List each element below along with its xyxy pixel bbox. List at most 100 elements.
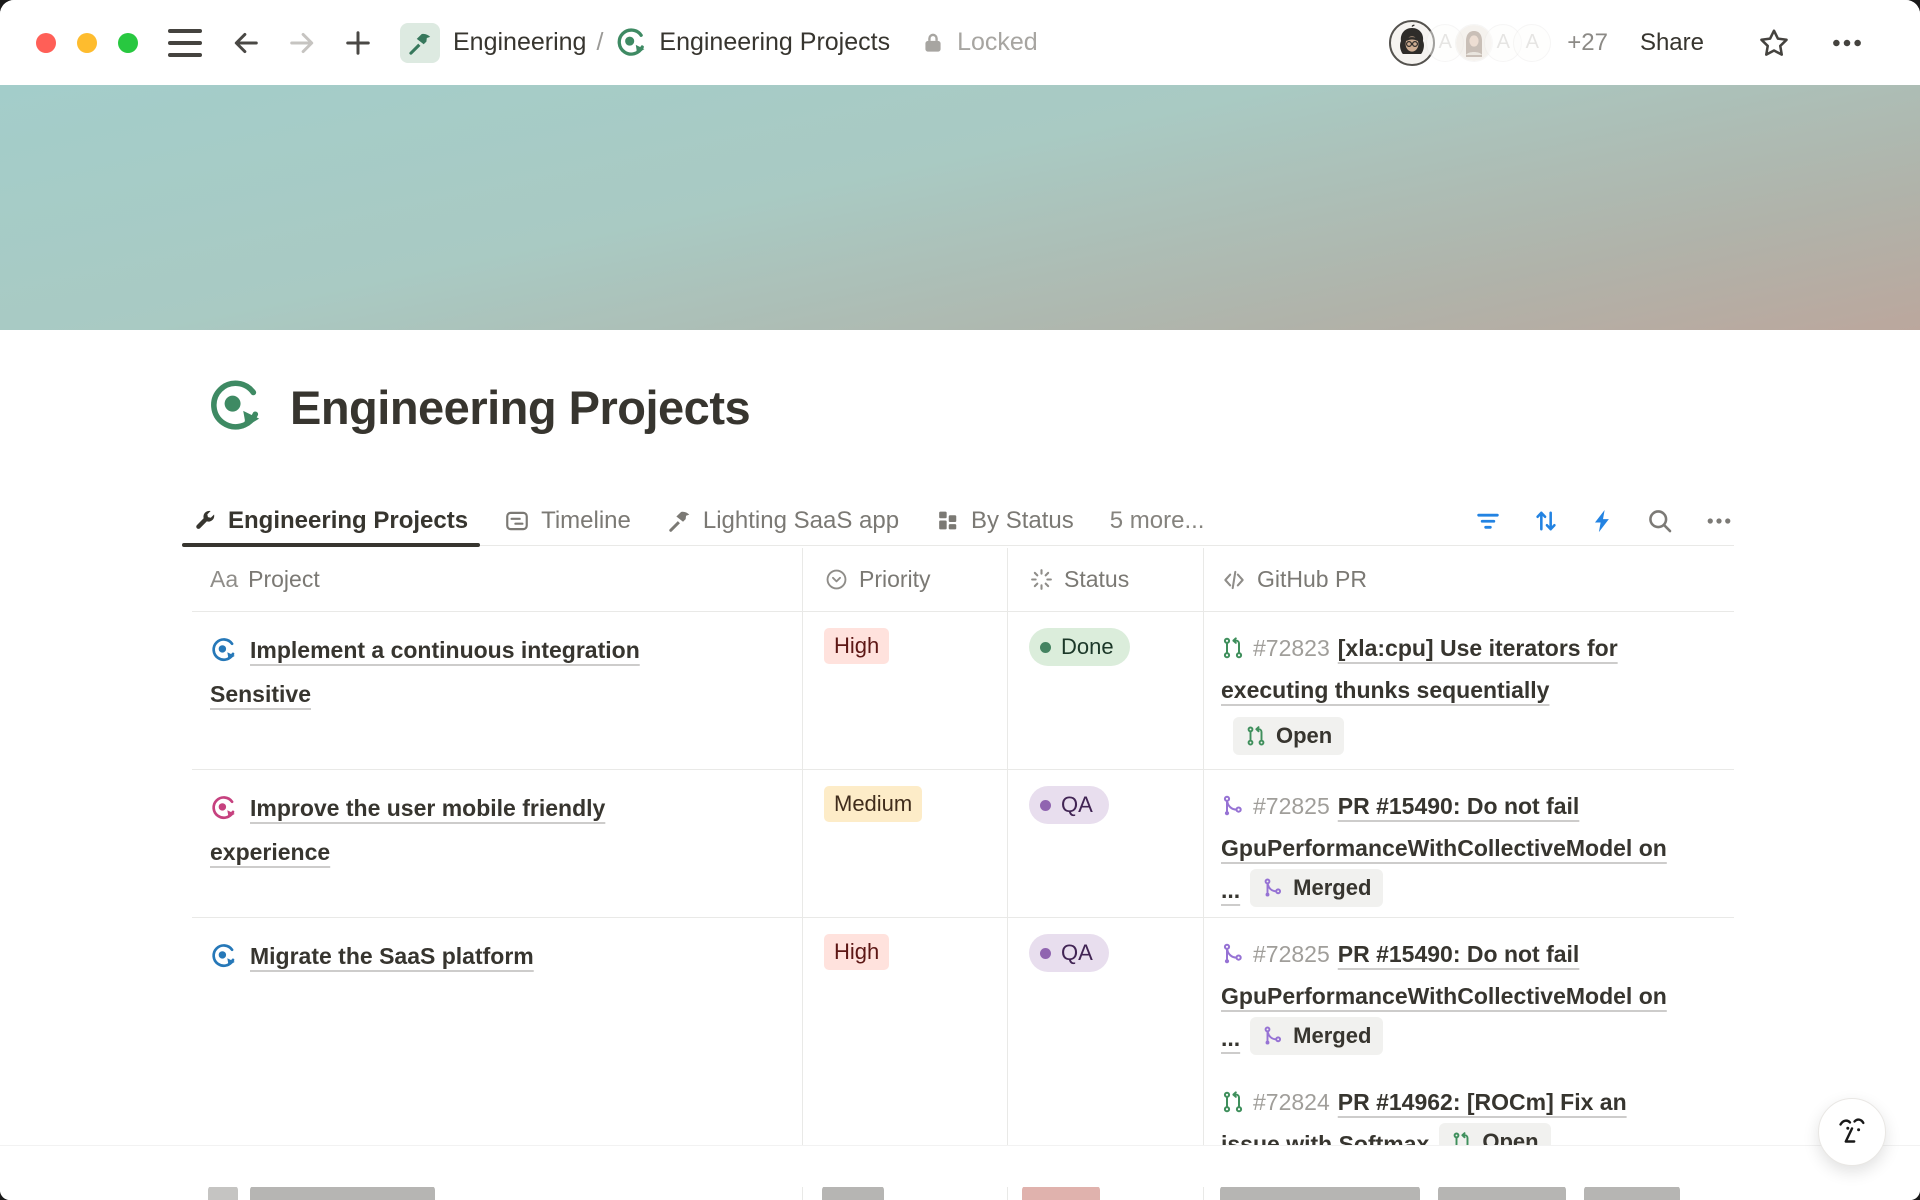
view-actions: [1474, 506, 1734, 536]
forward-icon[interactable]: [286, 27, 318, 59]
horizontal-scrollbar-gutter[interactable]: [0, 1145, 1920, 1187]
clipped-row-fragment: [250, 1186, 435, 1200]
favorite-star-icon[interactable]: [1752, 26, 1796, 60]
hammer-icon: [667, 508, 692, 533]
project-title-link[interactable]: Migrate the SaaS platform: [250, 943, 534, 969]
share-button[interactable]: Share: [1634, 28, 1710, 58]
search-icon[interactable]: [1646, 507, 1674, 535]
traffic-lights: [36, 33, 138, 53]
more-options-icon[interactable]: [1824, 25, 1870, 61]
status-spinner-icon: [1029, 567, 1054, 592]
select-property-icon: [824, 567, 849, 592]
project-cell[interactable]: Improve the user mobile friendly experie…: [192, 770, 802, 926]
project-cycle-icon: [210, 795, 237, 822]
collaborators-overflow-count[interactable]: +27: [1567, 29, 1608, 57]
table-row: Improve the user mobile friendly experie…: [192, 770, 1734, 918]
pull-request-open-icon: [1221, 636, 1245, 660]
page-content: Engineering Projects Engineering Project…: [0, 330, 1920, 1200]
column-header-github-pr[interactable]: GitHub PR: [1203, 548, 1734, 611]
tab-by-status[interactable]: By Status: [935, 496, 1074, 545]
pr-entry: #72825PR #15490: Do not fail GpuPerforma…: [1221, 785, 1688, 911]
pr-state-badge: Open: [1233, 717, 1344, 755]
pull-request-open-icon: [1245, 725, 1267, 747]
pull-request-merged-icon: [1221, 942, 1245, 966]
status-pill: Done: [1029, 628, 1130, 666]
sidebar-menu-icon[interactable]: [168, 29, 202, 57]
pr-entry: #72825PR #15490: Do not fail GpuPerforma…: [1221, 933, 1688, 1059]
sort-icon[interactable]: [1532, 507, 1560, 535]
tab-timeline[interactable]: Timeline: [504, 496, 631, 545]
breadcrumb-page[interactable]: Engineering Projects: [659, 28, 890, 57]
tab-lighting-saas-app[interactable]: Lighting SaaS app: [667, 496, 899, 545]
tab-label: By Status: [971, 507, 1074, 535]
priority-badge: High: [824, 628, 889, 664]
close-window-button[interactable]: [36, 33, 56, 53]
project-title-link[interactable]: Improve the user mobile friendly experie…: [210, 795, 605, 865]
tab-label: Engineering Projects: [228, 507, 468, 535]
column-label: Priority: [859, 566, 931, 593]
avatar[interactable]: A: [1513, 24, 1551, 62]
workspace-hammer-icon[interactable]: [400, 23, 440, 63]
pull-request-merged-icon: [1262, 877, 1284, 899]
tab-label: Timeline: [541, 507, 631, 535]
pr-number: #72823: [1253, 635, 1330, 661]
project-cell[interactable]: Implement a continuous integration Sensi…: [192, 612, 802, 774]
status-cell[interactable]: QA: [1007, 770, 1203, 926]
locked-label: Locked: [957, 28, 1038, 57]
page-cover-image: [0, 85, 1920, 330]
clipped-row-fragment: [208, 1186, 238, 1200]
pull-request-open-icon: [1221, 1090, 1245, 1114]
filter-icon[interactable]: [1474, 507, 1502, 535]
status-cell[interactable]: Done: [1007, 612, 1203, 774]
project-cycle-icon: [210, 943, 237, 970]
pr-number: #72825: [1253, 793, 1330, 819]
pr-number: #72825: [1253, 941, 1330, 967]
pr-state-badge: Merged: [1250, 1017, 1383, 1055]
new-page-icon[interactable]: [342, 27, 374, 59]
notion-ai-face-button[interactable]: [1818, 1098, 1886, 1166]
collaborator-avatars: A A A: [1389, 20, 1551, 66]
table-row: Implement a continuous integration Sensi…: [192, 612, 1734, 770]
status-pill: QA: [1029, 934, 1109, 972]
status-pill: QA: [1029, 786, 1109, 824]
table-header-row: Aa Project Priority Status: [192, 548, 1734, 612]
zoom-window-button[interactable]: [118, 33, 138, 53]
project-title-link[interactable]: Implement a continuous integration Sensi…: [210, 637, 640, 707]
page-header: Engineering Projects: [206, 378, 750, 436]
view-options-ellipsis-icon[interactable]: [1704, 506, 1734, 536]
locked-indicator[interactable]: Locked: [920, 28, 1038, 57]
automation-lightning-icon[interactable]: [1590, 508, 1616, 534]
github-pr-cell[interactable]: #72825PR #15490: Do not fail GpuPerforma…: [1203, 770, 1734, 926]
window-toolbar: Engineering / Engineering Projects Locke…: [0, 0, 1920, 85]
priority-cell[interactable]: Medium: [802, 770, 1007, 926]
column-label: Project: [248, 566, 320, 593]
aa-text-property-icon: Aa: [210, 566, 238, 593]
pr-number: #72824: [1253, 1089, 1330, 1115]
more-views-button[interactable]: 5 more...: [1110, 507, 1205, 535]
priority-cell[interactable]: High: [802, 612, 1007, 774]
column-header-project[interactable]: Aa Project: [192, 548, 802, 611]
breadcrumb-workspace[interactable]: Engineering: [453, 28, 586, 57]
code-icon: [1221, 567, 1247, 593]
tab-label: Lighting SaaS app: [703, 507, 899, 535]
board-icon: [935, 508, 960, 533]
column-label: Status: [1064, 566, 1129, 593]
back-icon[interactable]: [230, 27, 262, 59]
project-cycle-icon: [210, 637, 237, 664]
view-tabs-bar: Engineering Projects Timeline Lighting S…: [192, 496, 1734, 546]
priority-badge: Medium: [824, 786, 922, 822]
page-title[interactable]: Engineering Projects: [290, 380, 750, 435]
clipped-row-fragment: [1438, 1186, 1566, 1200]
column-header-priority[interactable]: Priority: [802, 548, 1007, 611]
toolbar-right: A A A +27 Share: [1389, 20, 1884, 66]
pr-entry: #72823[xla:cpu] Use iterators for execut…: [1221, 627, 1688, 759]
page-icon-cycle[interactable]: [206, 378, 264, 436]
tab-engineering-projects[interactable]: Engineering Projects: [192, 496, 468, 545]
github-pr-cell[interactable]: #72823[xla:cpu] Use iterators for execut…: [1203, 612, 1734, 774]
lock-icon: [920, 30, 946, 56]
pull-request-merged-icon: [1221, 794, 1245, 818]
minimize-window-button[interactable]: [77, 33, 97, 53]
clipped-row-fragment: [1220, 1186, 1420, 1200]
column-header-status[interactable]: Status: [1007, 548, 1203, 611]
breadcrumb-separator: /: [596, 28, 603, 57]
